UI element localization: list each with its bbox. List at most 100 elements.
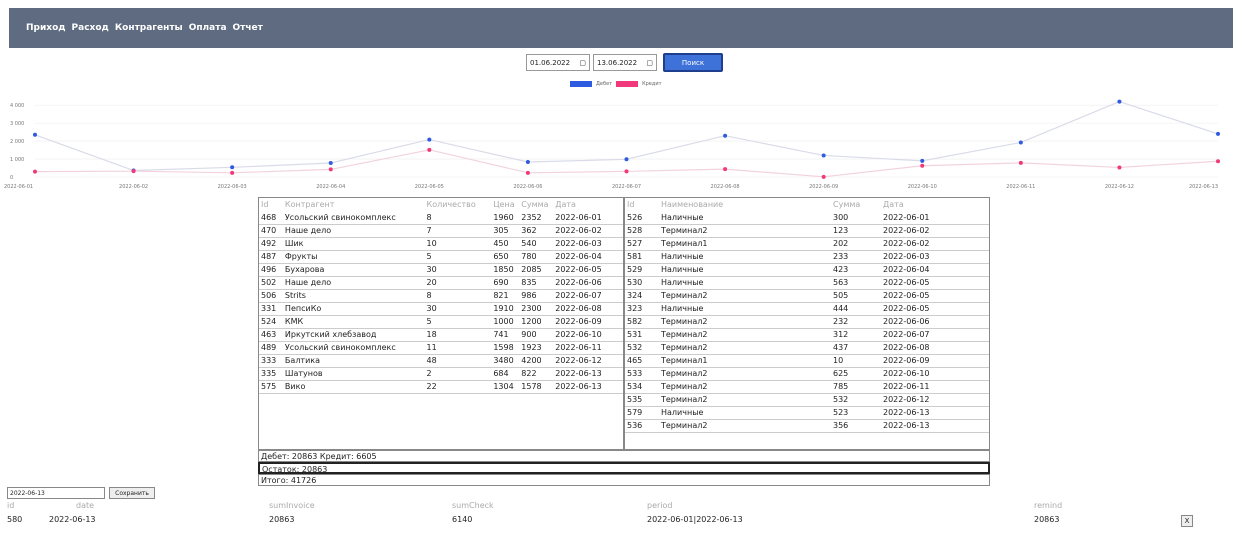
data-point-debit[interactable]	[920, 158, 925, 163]
summary-balance: Остаток: 20863	[258, 462, 990, 474]
table-cell: 1200	[519, 315, 554, 329]
table-cell: 2022-06-03	[553, 237, 623, 251]
data-point-credit[interactable]	[920, 163, 925, 168]
table-row[interactable]: 463 Иркутский хлебзавод 18 741 900 2022-06-10	[259, 328, 623, 342]
data-point-debit[interactable]	[1117, 99, 1122, 104]
data-point-debit[interactable]	[33, 132, 37, 137]
delete-button[interactable]: X	[1181, 515, 1193, 527]
table-cell: 2022-06-03	[881, 250, 989, 264]
data-point-credit[interactable]	[723, 167, 728, 172]
table-row[interactable]: 528 Терминал2 123 2022-06-02	[625, 224, 989, 238]
nav-item-expense[interactable]: Расход	[72, 23, 109, 33]
table-row[interactable]: 529 Наличные 423 2022-06-04	[625, 263, 989, 277]
table-cell: 2022-06-06	[881, 315, 989, 329]
nav-item-payment[interactable]: Оплата	[189, 23, 227, 33]
table-cell: 470	[259, 224, 283, 238]
table-row[interactable]: 524 КМК 5 1000 1200 2022-06-09	[259, 315, 623, 329]
data-point-debit[interactable]	[1216, 131, 1220, 136]
table-row[interactable]: 470 Наше дело 7 305 362 2022-06-02	[259, 224, 623, 238]
table-cell: ПепсиКо	[282, 302, 425, 316]
table-cell: Наличные	[659, 302, 831, 316]
data-point-debit[interactable]	[328, 160, 333, 165]
table-row[interactable]: 579 Наличные 523 2022-06-13	[625, 406, 989, 420]
data-point-debit[interactable]	[525, 160, 530, 165]
table-row[interactable]: 526 Наличные 300 2022-06-01	[625, 211, 989, 225]
table-row[interactable]: 333 Балтика 48 3480 4200 2022-06-12	[259, 354, 623, 368]
table-row[interactable]: 534 Терминал2 785 2022-06-11	[625, 380, 989, 394]
data-point-credit[interactable]	[131, 169, 136, 174]
table-cell: 5	[424, 315, 492, 329]
data-point-credit[interactable]	[230, 170, 235, 175]
table-row[interactable]: 527 Терминал1 202 2022-06-02	[625, 237, 989, 251]
table-cell: 821	[491, 289, 520, 303]
table-cell: 2022-06-04	[553, 250, 623, 264]
table-row[interactable]: 536 Терминал2 356 2022-06-13	[625, 419, 989, 433]
table-cell: 300	[831, 211, 881, 225]
table-row[interactable]: 530 Наличные 563 2022-06-05	[625, 276, 989, 290]
table-cell: 323	[625, 302, 659, 316]
table-row[interactable]: 335 Шатунов 2 684 822 2022-06-13	[259, 367, 623, 381]
calendar-icon[interactable]: ▢	[579, 59, 586, 67]
data-point-debit[interactable]	[427, 137, 432, 142]
table-cell: 356	[831, 419, 881, 433]
data-point-credit[interactable]	[33, 169, 37, 174]
nav-item-report[interactable]: Отчет	[233, 23, 263, 33]
table-row[interactable]: 582 Терминал2 232 2022-06-06	[625, 315, 989, 329]
save-date-input[interactable]: 2022-06-13	[7, 487, 105, 499]
table-cell: 492	[259, 237, 283, 251]
payment-table: Id Наименование Сумма Дата 526 Наличные 30…	[624, 197, 990, 450]
table-row[interactable]: 465 Терминал1 10 2022-06-09	[625, 354, 989, 368]
table-row[interactable]: 575 Вико 22 1304 1578 2022-06-13	[259, 380, 623, 394]
table-row[interactable]: 532 Терминал2 437 2022-06-08	[625, 341, 989, 355]
table-row[interactable]: 324 Терминал2 505 2022-06-05	[625, 289, 989, 303]
data-point-credit[interactable]	[821, 174, 826, 179]
table-row[interactable]: 468 Усольский свинокомплекс 8 1960 2352 2022-…	[259, 211, 623, 225]
data-point-credit[interactable]	[427, 147, 432, 152]
x-tick-label: 2022-06-05	[415, 184, 444, 190]
date-to-input[interactable]: 13.06.2022 ▢	[593, 54, 657, 71]
table-cell: Наличные	[659, 263, 831, 277]
table-row[interactable]: 489 Усольский свинокомплекс 11 1598 1923 2022…	[259, 341, 623, 355]
table-cell: 531	[625, 328, 659, 342]
legend-swatch-debit[interactable]	[570, 81, 592, 87]
table-row[interactable]: 581 Наличные 233 2022-06-03	[625, 250, 989, 264]
table-row[interactable]: 533 Терминал2 625 2022-06-10	[625, 367, 989, 381]
nav-item-counterparties[interactable]: Контрагенты	[115, 23, 183, 33]
data-point-credit[interactable]	[525, 170, 530, 175]
x-tick-label: 2022-06-10	[908, 184, 937, 190]
calendar-icon[interactable]: ▢	[646, 59, 653, 67]
nav-item-income[interactable]: Приход	[26, 23, 66, 33]
data-point-debit[interactable]	[1018, 140, 1023, 145]
data-point-debit[interactable]	[230, 165, 235, 170]
table-row[interactable]: 496 Бухарова 30 1850 2085 2022-06-05	[259, 263, 623, 277]
save-button[interactable]: Сохранить	[109, 487, 155, 499]
report-table: id date sumInvoice sumCheck period remin…	[7, 501, 1237, 529]
table-row[interactable]: 506 Strits 8 821 986 2022-06-07	[259, 289, 623, 303]
table-cell: Терминал2	[659, 341, 831, 355]
table-row[interactable]: 535 Терминал2 532 2022-06-12	[625, 393, 989, 407]
data-point-debit[interactable]	[624, 157, 629, 162]
data-point-credit[interactable]	[1117, 165, 1122, 170]
data-point-credit[interactable]	[1216, 159, 1220, 164]
table-row[interactable]: 531 Терминал2 312 2022-06-07	[625, 328, 989, 342]
table-row[interactable]: 492 Шик 10 450 540 2022-06-03	[259, 237, 623, 251]
table-row[interactable]: 323 Наличные 444 2022-06-05	[625, 302, 989, 316]
data-point-credit[interactable]	[1018, 160, 1023, 165]
search-button[interactable]: Поиск	[663, 53, 723, 72]
data-point-credit[interactable]	[328, 167, 333, 172]
table-cell: 575	[259, 380, 283, 394]
data-point-credit[interactable]	[624, 169, 629, 174]
table-cell: КМК	[282, 315, 425, 329]
table-cell: Терминал2	[659, 393, 831, 407]
date-from-input[interactable]: 01.06.2022 ▢	[526, 54, 590, 71]
table-cell: 563	[831, 276, 881, 290]
table-row[interactable]: 487 Фрукты 5 650 780 2022-06-04	[259, 250, 623, 264]
table-cell: 312	[831, 328, 881, 342]
data-point-debit[interactable]	[821, 153, 826, 158]
data-point-debit[interactable]	[723, 133, 728, 138]
y-tick-label: 0	[10, 175, 13, 181]
table-cell: 2022-06-10	[553, 328, 623, 342]
table-row[interactable]: 502 Наше дело 20 690 835 2022-06-06	[259, 276, 623, 290]
table-row[interactable]: 331 ПепсиКо 30 1910 2300 2022-06-08	[259, 302, 623, 316]
legend-swatch-credit[interactable]	[616, 81, 639, 87]
